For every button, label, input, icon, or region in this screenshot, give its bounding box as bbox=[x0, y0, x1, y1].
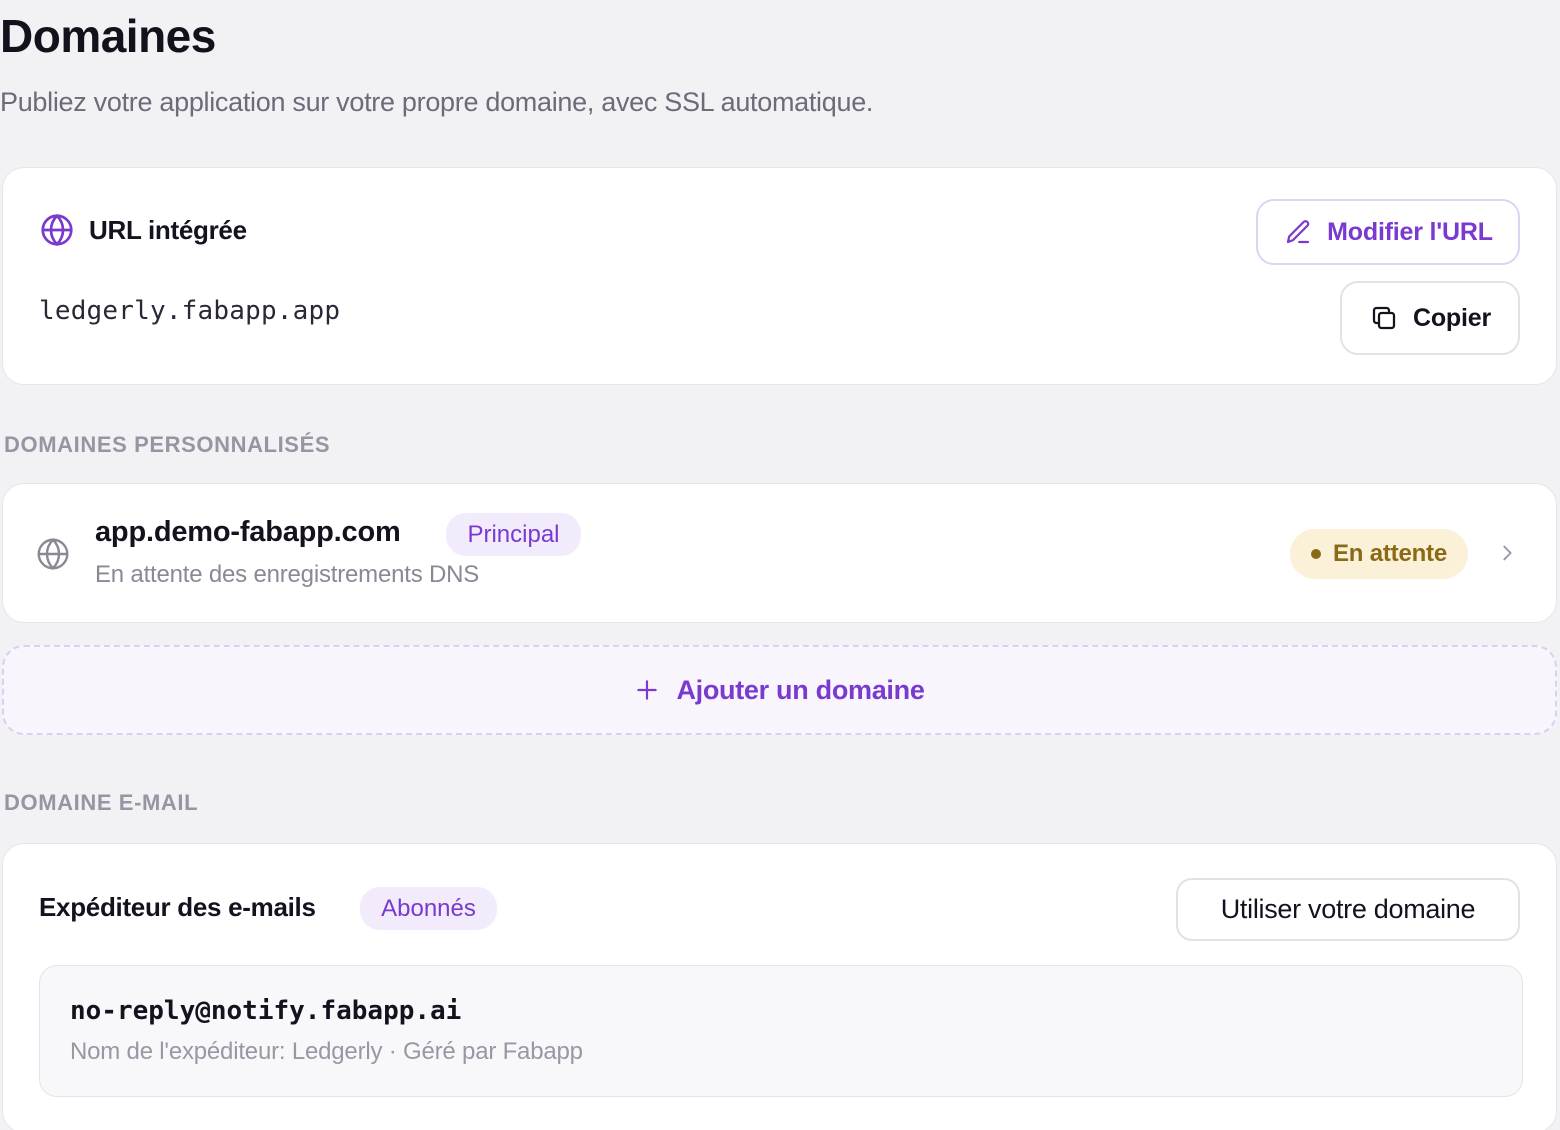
email-domain-section-label: DOMAINE E-MAIL bbox=[4, 790, 199, 815]
domain-status-description: En attente des enregistrements DNS bbox=[95, 561, 480, 588]
plus-icon bbox=[637, 680, 658, 700]
domains-page: Domaines Publiez votre application sur v… bbox=[0, 0, 1560, 1130]
email-sender-label: Expéditeur des e-mails bbox=[39, 892, 316, 922]
add-domain-button[interactable]: Ajouter un domaine bbox=[2, 645, 1557, 735]
copy-icon bbox=[1372, 306, 1396, 330]
custom-domain-row[interactable]: app.demo-fabapp.com Principal En attente… bbox=[2, 483, 1557, 623]
copy-url-button[interactable]: Copier bbox=[1340, 281, 1520, 355]
pencil-icon bbox=[1287, 220, 1310, 244]
builtin-url-header: URL intégrée bbox=[39, 212, 247, 248]
builtin-url-value: ledgerly.fabapp.app bbox=[39, 296, 341, 326]
status-badge: En attente bbox=[1290, 529, 1468, 579]
primary-badge: Principal bbox=[446, 513, 581, 556]
add-domain-label: Ajouter un domaine bbox=[676, 674, 925, 705]
page-title: Domaines bbox=[0, 10, 216, 62]
domain-name: app.demo-fabapp.com bbox=[95, 516, 401, 548]
edit-url-button[interactable]: Modifier l'URL bbox=[1256, 199, 1520, 265]
status-label: En attente bbox=[1332, 540, 1448, 567]
custom-domains-section-label: DOMAINES PERSONNALISÉS bbox=[4, 432, 331, 457]
chevron-right-icon[interactable] bbox=[1496, 542, 1518, 564]
use-own-domain-button[interactable]: Utiliser votre domaine bbox=[1176, 878, 1520, 941]
page-subtitle: Publiez votre application sur votre prop… bbox=[0, 87, 874, 117]
globe-icon bbox=[41, 213, 73, 247]
sender-address: no-reply@notify.fabapp.ai bbox=[70, 996, 462, 1026]
sender-meta: Nom de l'expéditeur: Ledgerly · Géré par… bbox=[70, 1038, 583, 1065]
copy-url-label: Copier bbox=[1413, 303, 1491, 332]
globe-icon bbox=[37, 538, 69, 570]
builtin-url-card: URL intégrée ledgerly.fabapp.app Modifie… bbox=[2, 167, 1557, 385]
sender-address-box: no-reply@notify.fabapp.ai Nom de l'expéd… bbox=[39, 965, 1523, 1097]
builtin-url-label: URL intégrée bbox=[89, 214, 247, 245]
edit-url-label: Modifier l'URL bbox=[1327, 217, 1493, 246]
email-domain-card: Expéditeur des e-mails Abonnés Utiliser … bbox=[2, 843, 1557, 1130]
subscribers-badge: Abonnés bbox=[360, 887, 497, 930]
status-dot-icon bbox=[1310, 549, 1321, 559]
